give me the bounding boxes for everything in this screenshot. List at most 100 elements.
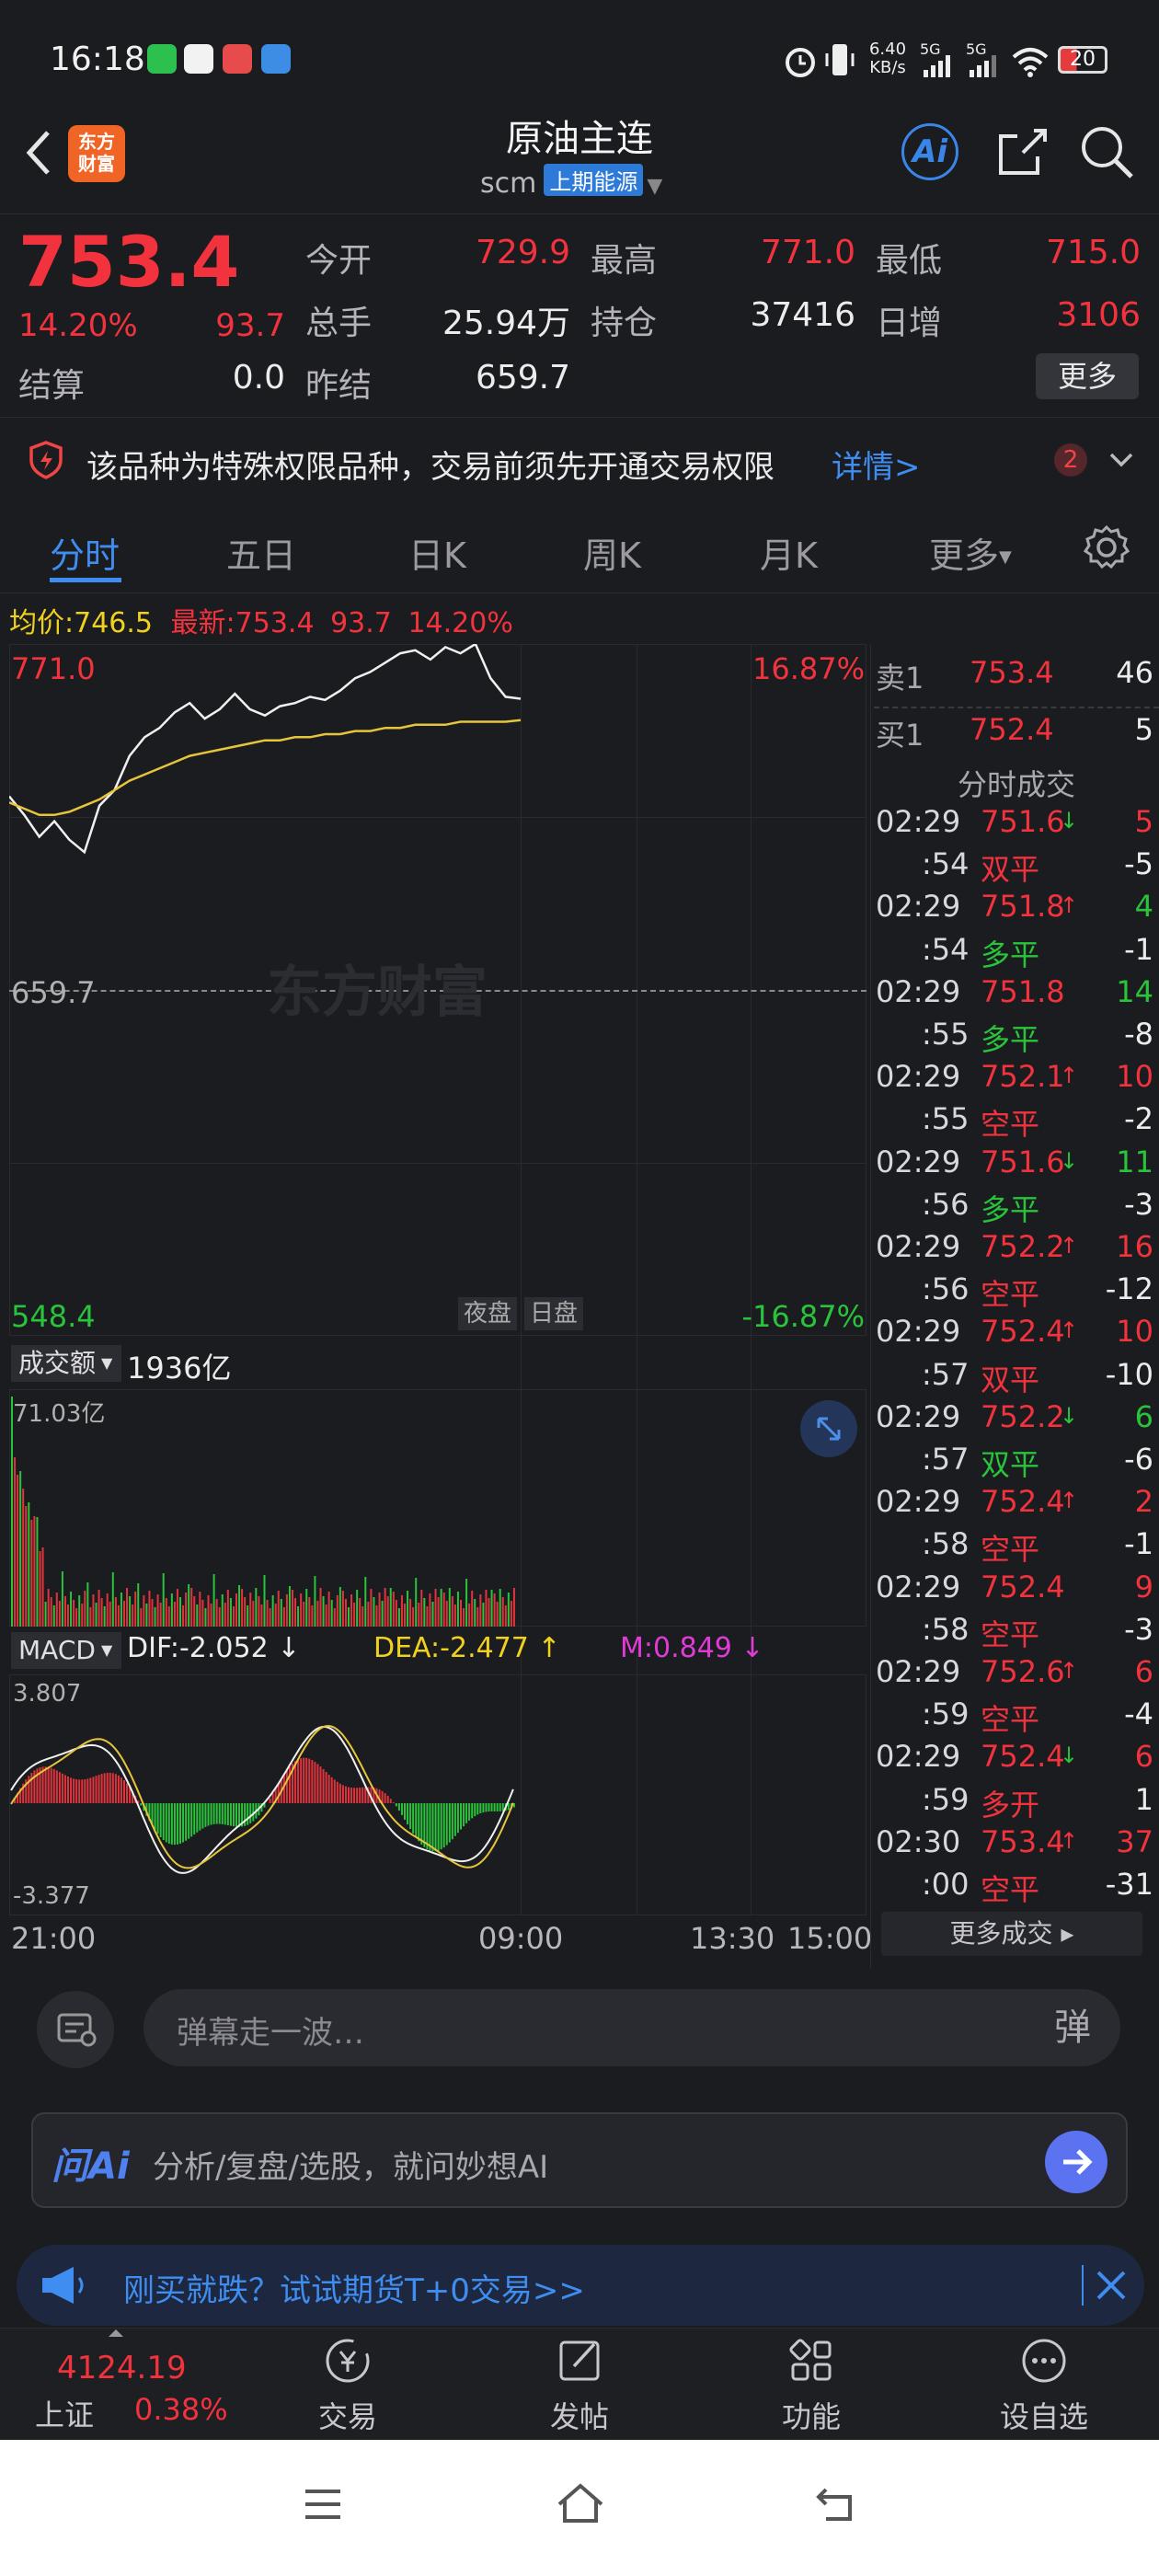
arrow-right-icon	[1063, 2149, 1093, 2175]
ai-send-button[interactable]	[1045, 2131, 1107, 2193]
nav-post[interactable]: 发帖	[534, 2331, 625, 2436]
turnover-bar	[496, 1602, 499, 1627]
trade-volume: 16	[1116, 1229, 1153, 1264]
trade-price: 空平	[981, 1702, 1040, 1738]
tab-intraday[interactable]: 分时	[50, 527, 120, 578]
turnover-bar	[25, 1506, 28, 1627]
promo-banner[interactable]: 刚买就跌？试试期货T+0交易>>	[17, 2245, 1144, 2326]
turnover-bar	[218, 1607, 221, 1627]
home-icon[interactable]	[556, 2480, 605, 2526]
trade-arrow: ↑	[1060, 1658, 1079, 1684]
danmu-input[interactable]: 弹幕走一波… 弹	[143, 1989, 1120, 2066]
turnover-bar	[485, 1590, 488, 1627]
more-trades-button[interactable]: 更多成交 ▸	[881, 1912, 1142, 1956]
nav-add-watchlist[interactable]: 设自选	[993, 2331, 1095, 2436]
macd-bar	[308, 1758, 311, 1803]
back-nav-icon[interactable]	[813, 2484, 859, 2524]
turnover-bar	[429, 1593, 431, 1627]
page-title: 原油主连	[506, 118, 653, 160]
promo-divider	[1082, 2265, 1084, 2306]
macd-bar	[415, 1803, 418, 1838]
trade-volume: -10	[1105, 1356, 1153, 1392]
trade-row: 02:29 752.6 ↑ 6	[874, 1654, 1159, 1696]
macd-bar	[70, 1777, 73, 1803]
turnover-bar	[50, 1597, 52, 1627]
macd-bar	[55, 1770, 58, 1803]
trade-price: 752.2	[981, 1398, 1065, 1434]
macd-bar	[185, 1803, 188, 1841]
macd-bar	[482, 1803, 485, 1813]
notice-detail-link[interactable]: 详情>	[832, 442, 921, 487]
turnover-bar	[28, 1502, 30, 1627]
trade-price: 双平	[981, 1447, 1040, 1482]
menu-icon[interactable]	[300, 2484, 346, 2524]
macd-bar	[409, 1803, 412, 1830]
macd-bar	[463, 1803, 465, 1827]
close-icon[interactable]	[1093, 2267, 1130, 2304]
ai-assistant-button[interactable]: Ai	[901, 123, 958, 180]
macd-selector[interactable]: MACD ▼	[11, 1632, 121, 1669]
contract-subtitle[interactable]: scm 上期能源 ▼	[480, 164, 662, 200]
turnover-bar	[285, 1594, 288, 1627]
tab-monthly-k[interactable]: 月K	[760, 527, 818, 578]
turnover-bar	[474, 1599, 476, 1627]
trade-arrow: ↓	[1060, 808, 1079, 834]
turnover-bar	[282, 1607, 285, 1627]
macd-bar	[341, 1785, 344, 1803]
macd-bar	[58, 1772, 61, 1803]
share-icon[interactable]	[993, 123, 1050, 180]
oi-change-label: 日增	[876, 305, 943, 342]
tab-weekly-k[interactable]: 周K	[583, 527, 641, 578]
macd-bar	[140, 1803, 143, 1806]
macd-bar	[356, 1788, 359, 1803]
shield-alert-icon	[29, 441, 63, 479]
trade-time: :57	[922, 1442, 970, 1477]
trades-title: 分时成交	[957, 767, 1075, 802]
trade-price: 多平	[981, 1191, 1040, 1227]
turnover-bar	[84, 1591, 86, 1627]
ai-question-bar[interactable]: 问Ai 分析/复盘/选股，就问妙想AI	[31, 2112, 1128, 2208]
grid-apps-icon	[789, 2339, 832, 2381]
danmu-toggle-button[interactable]	[37, 1991, 114, 2068]
index-value[interactable]: 4124.19	[57, 2350, 187, 2386]
turnover-bar	[269, 1608, 271, 1627]
trade-row: :00 空平 -31	[874, 1867, 1159, 1909]
app-notification-icon-2	[261, 44, 291, 74]
trade-time: 02:29	[876, 1059, 961, 1095]
more-quote-button[interactable]: 更多	[1036, 353, 1139, 399]
search-icon[interactable]	[1078, 123, 1135, 180]
tab-more[interactable]: 更多▼	[929, 527, 1012, 578]
tab-five-day[interactable]: 五日	[226, 527, 296, 578]
macd-bar	[397, 1803, 400, 1811]
turnover-bar	[378, 1593, 381, 1627]
turnover-bar	[117, 1605, 120, 1627]
trade-row: :59 空平 -4	[874, 1696, 1159, 1739]
turnover-bar	[176, 1589, 178, 1627]
turnover-bar	[55, 1593, 58, 1627]
chevron-down-icon[interactable]	[1107, 449, 1135, 471]
macd-bar	[232, 1803, 235, 1827]
turnover-bar	[30, 1520, 33, 1627]
trade-volume: 10	[1116, 1314, 1153, 1350]
tab-daily-k[interactable]: 日K	[408, 527, 466, 578]
macd-bar	[120, 1777, 122, 1803]
turnover-selector[interactable]: 成交额 ▼	[11, 1345, 121, 1382]
macd-bar	[109, 1772, 111, 1803]
macd-bar	[353, 1788, 356, 1803]
nav-trade[interactable]: 交易	[302, 2331, 394, 2436]
trade-price: 751.8	[981, 889, 1065, 925]
expand-chart-button[interactable]	[800, 1400, 857, 1457]
ai-badge: 问Ai	[52, 2145, 130, 2188]
nav-functions[interactable]: 功能	[765, 2331, 857, 2436]
trade-volume: -4	[1124, 1696, 1153, 1732]
high-value: 771.0	[760, 234, 855, 271]
turnover-bar	[22, 1489, 25, 1627]
macd-bar	[440, 1803, 442, 1850]
trade-time: 02:29	[876, 1654, 961, 1689]
settings-icon[interactable]	[1084, 524, 1130, 570]
turnover-bar	[263, 1575, 266, 1627]
macd-bar	[297, 1759, 300, 1803]
turnover-bar	[212, 1574, 215, 1627]
macd-bar	[190, 1803, 193, 1837]
turnover-bar	[165, 1598, 167, 1627]
